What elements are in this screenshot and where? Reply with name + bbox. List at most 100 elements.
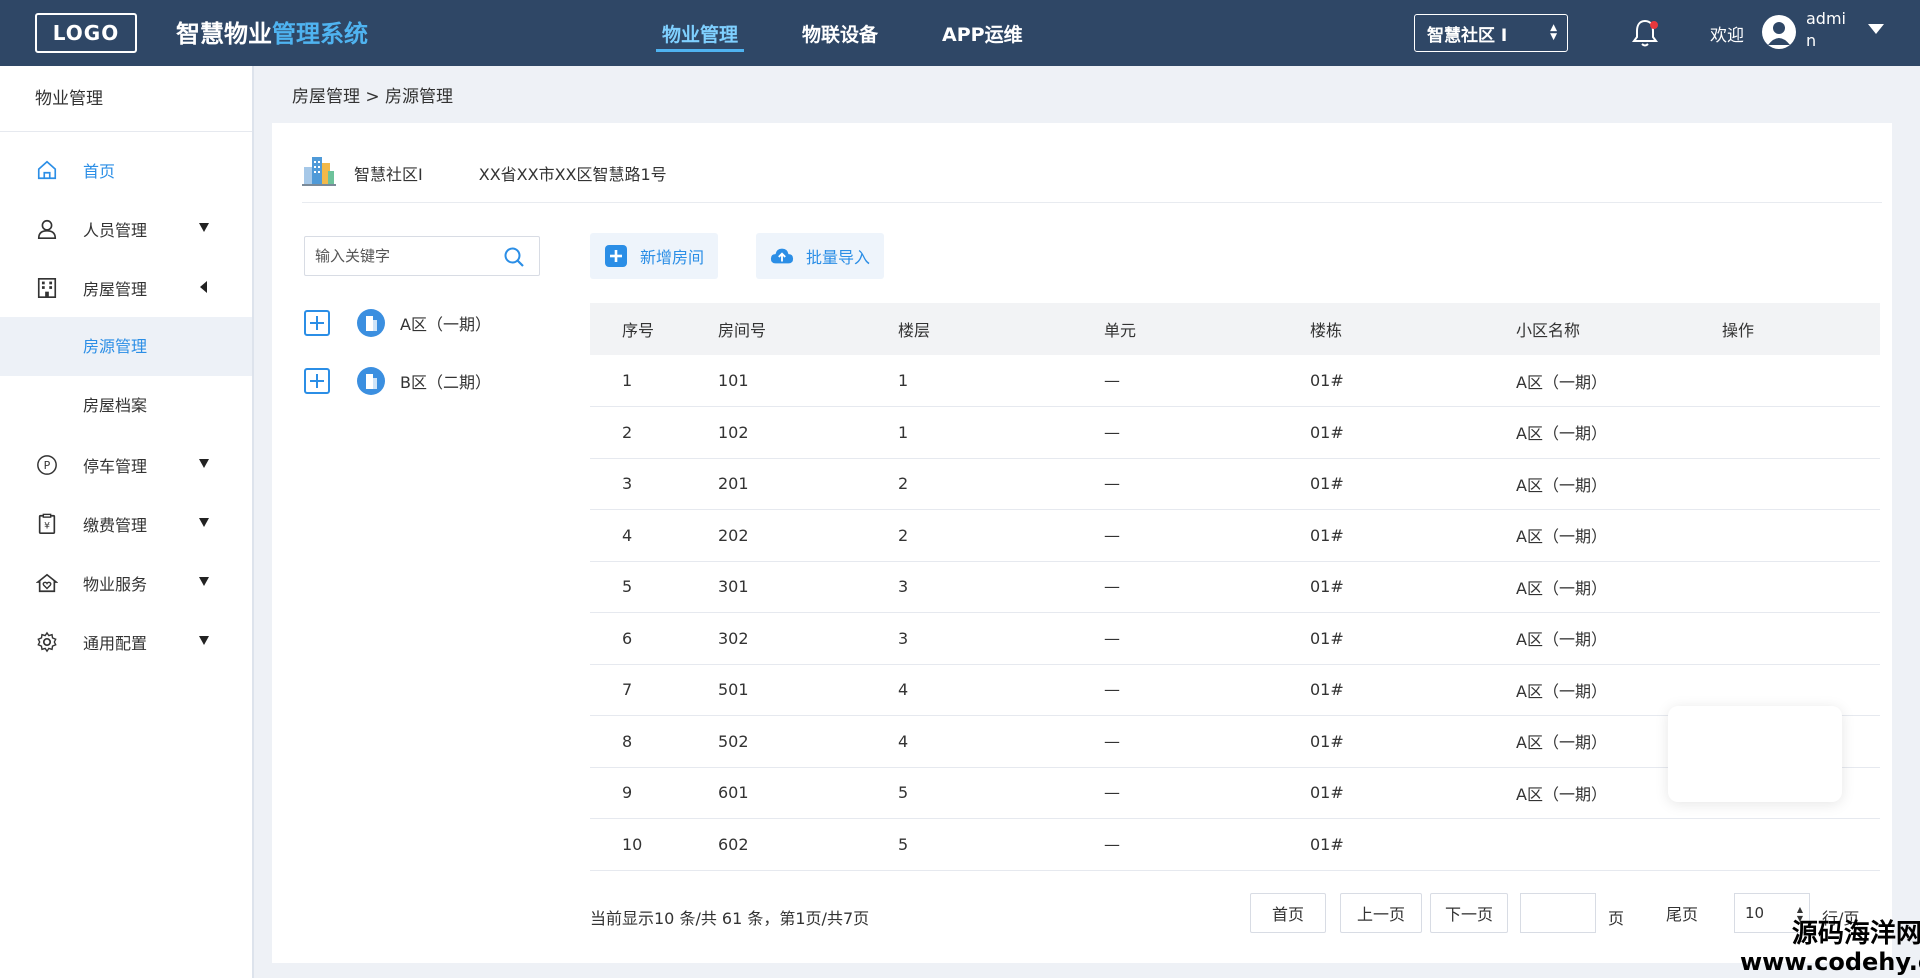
table-cell: 01# [1310,561,1516,613]
sidebar-subitem-housing-source[interactable]: 房源管理 [0,317,252,376]
chevron-down-icon[interactable] [1868,24,1884,34]
prev-page-button[interactable]: 上一页 [1340,893,1422,933]
table-cell [1516,818,1722,871]
table-cell: A区（一期） [1516,355,1722,407]
add-room-label: 新增房间 [640,248,705,267]
page-number-input[interactable] [1520,893,1596,933]
sidebar-item-housing[interactable]: 房屋管理 [0,258,252,317]
user-icon [35,217,59,241]
table-cell: 4 [590,509,718,562]
sidebar-item-home[interactable]: 首页 [0,140,252,199]
bell-icon[interactable] [1630,17,1660,49]
building-icon [35,276,59,300]
sidebar-item-label: 人员管理 [83,220,148,240]
table-cell: — [1104,818,1310,871]
sidebar-item-payment[interactable]: ¥ 缴费管理 [0,494,252,553]
svg-text:¥: ¥ [44,520,50,531]
sidebar-item-config[interactable]: 通用配置 [0,612,252,671]
table-cell: 10 [590,818,718,871]
table-row: 1 101 1—01# A区（一期） [590,355,1880,407]
community-select[interactable]: 智慧社区 I ▲ ▼ [1414,14,1568,52]
table-cell: 3 [898,561,1104,613]
sidebar-item-service[interactable]: 物业服务 [0,553,252,612]
caret-down-icon [199,577,209,586]
table-row: 6 302 3—01# A区（一期） [590,612,1880,665]
main-panel: 智慧社区I XX省XX市XX区智慧路1号 A区（一期） [272,123,1892,963]
table-cell [1722,818,1880,871]
last-page-button[interactable]: 尾页 [1644,893,1720,933]
table-cell: 01# [1310,355,1516,407]
page-unit-text: 页 [1608,909,1625,928]
expand-plus-icon[interactable] [304,310,330,336]
sidebar-item-label: 缴费管理 [83,515,148,535]
tree-node-zone-a[interactable]: A区（一期） [304,307,491,339]
watermark-line1: 源码海洋网 [1791,919,1920,949]
table-cell: A区（一期） [1516,406,1722,459]
table-cell: — [1104,561,1310,613]
table-cell: — [1104,715,1310,768]
caret-left-icon [200,281,207,293]
table-cell: 7 [590,664,718,716]
search-icon[interactable] [503,246,525,268]
table-cell: 1 [898,406,1104,459]
sidebar-item-label: 通用配置 [83,633,148,653]
table-cell [1722,458,1880,510]
sidebar-item-label: 停车管理 [83,456,148,476]
table-cell: 6 [590,612,718,665]
add-room-button[interactable]: 新增房间 [590,233,719,279]
avatar[interactable] [1762,15,1796,49]
col-header-community: 小区名称 [1516,303,1722,355]
payment-icon: ¥ [35,512,59,536]
expand-plus-icon[interactable] [304,368,330,394]
table-row: 5 301 3—01# A区（一期） [590,561,1880,613]
table-cell [1722,561,1880,613]
watermark: 源码海洋网 www.codehy.com [1740,920,1920,976]
cloud-upload-icon [770,248,794,264]
sidebar-item-parking[interactable]: P 停车管理 [0,435,252,494]
batch-import-label: 批量导入 [806,248,871,267]
community-select-value: 智慧社区 I [1427,25,1508,46]
table-cell: 1 [590,355,718,407]
nav-property-management[interactable]: 物业管理 [650,0,750,66]
logo[interactable]: LOGO [35,13,137,53]
table-row: 3 201 2—01# A区（一期） [590,458,1880,510]
system-title: 智慧物业管理系统 [176,14,368,49]
sidebar-item-personnel[interactable]: 人员管理 [0,199,252,258]
search-input[interactable] [315,247,495,265]
table-cell [1722,355,1880,407]
col-header-index: 序号 [590,303,718,355]
table-cell: — [1104,406,1310,459]
floating-card [1668,706,1842,802]
breadcrumb: 房屋管理 > 房源管理 [292,87,454,107]
pagination-info: 当前显示10 条/共 61 条，第1页/共7页 [590,909,870,928]
table-cell: 8 [590,715,718,768]
next-page-button[interactable]: 下一页 [1430,893,1508,933]
table-cell: 01# [1310,406,1516,459]
tree-node-zone-b[interactable]: B区（二期） [304,365,491,397]
first-page-button[interactable]: 首页 [1250,893,1326,933]
table-cell: 01# [1310,767,1516,819]
table-cell: 301 [718,561,898,613]
sidebar-item-label: 房屋管理 [83,279,148,299]
sidebar-subitem-housing-archive[interactable]: 房屋档案 [0,376,252,435]
service-icon [35,571,59,595]
table-cell: 01# [1310,612,1516,665]
building-circle-icon [357,309,385,337]
username[interactable]: admin [1806,8,1856,52]
gear-icon [35,630,59,654]
table-cell: 501 [718,664,898,716]
nav-app-ops[interactable]: APP运维 [930,0,1035,66]
table-cell: 4 [898,715,1104,768]
table-cell: 601 [718,767,898,819]
nav-iot-devices[interactable]: 物联设备 [790,0,890,66]
batch-import-button[interactable]: 批量导入 [756,233,885,279]
table-cell: 01# [1310,458,1516,510]
caret-down-icon [199,223,209,232]
table-cell: 01# [1310,664,1516,716]
table-cell [1722,612,1880,665]
tree-node-label: B区（二期） [400,373,491,392]
table-cell: 01# [1310,715,1516,768]
table-header-row: 序号 房间号 楼层 单元 楼栋 小区名称 操作 [590,303,1880,355]
caret-down-icon [199,518,209,527]
table-cell: 2 [898,458,1104,510]
